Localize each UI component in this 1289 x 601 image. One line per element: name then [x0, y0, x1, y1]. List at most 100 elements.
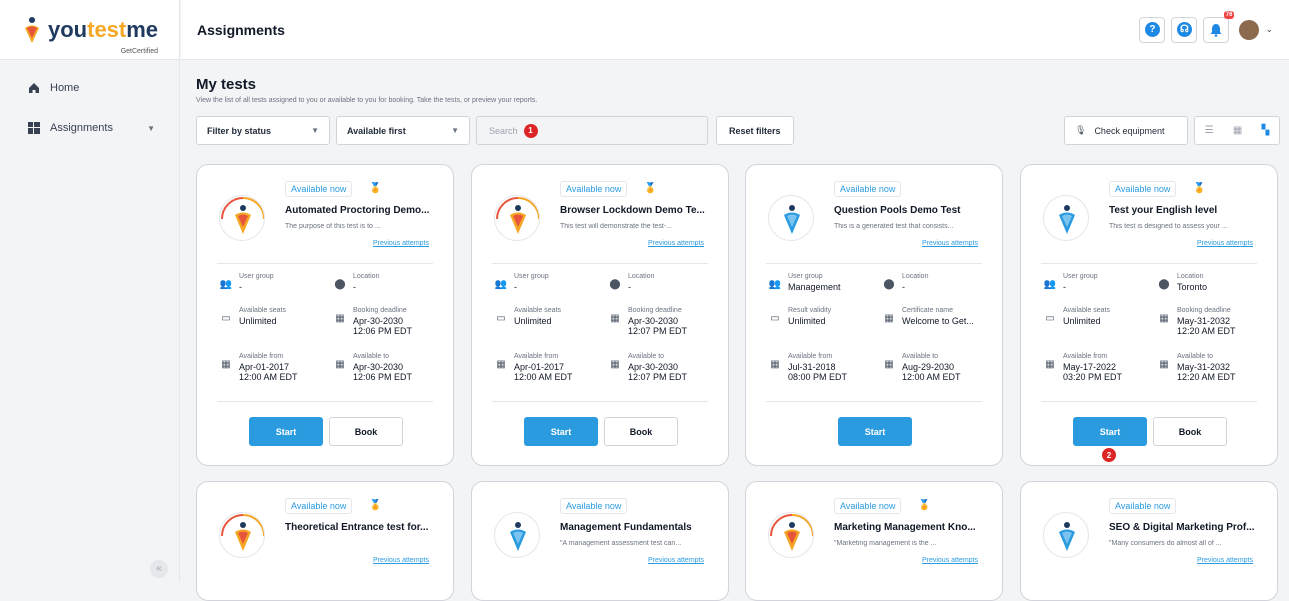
logo[interactable]: youtestme GetCertified — [0, 0, 179, 60]
test-logo — [219, 512, 265, 558]
previous-attempts-link[interactable]: Previous attempts — [648, 557, 704, 564]
book-button[interactable]: Book — [604, 417, 678, 446]
previous-attempts-link[interactable]: Previous attempts — [648, 240, 704, 247]
reset-filters-button[interactable]: Reset filters — [716, 116, 794, 145]
filter-bar: Filter by status ▼ Available first ▼ Searc… — [196, 116, 1280, 145]
chevron-down-icon[interactable]: ▼ — [147, 124, 155, 133]
calendar-icon: ▦ — [884, 359, 894, 370]
calendar-icon: ▦ — [496, 359, 506, 370]
test-logo-icon — [784, 205, 800, 234]
bell-icon — [1210, 23, 1222, 37]
test-logo — [768, 195, 814, 241]
test-description: This test will demonstrate the test-... — [560, 223, 673, 230]
previous-attempts-link[interactable]: Previous attempts — [1197, 240, 1253, 247]
location-field: ⬤ Location - — [609, 273, 655, 292]
test-description: "Marketing management is the ... — [834, 540, 937, 547]
check-equipment-button[interactable]: 🎙 Check equipment — [1064, 116, 1188, 145]
location-field: ⬤ Location - — [334, 273, 380, 292]
sidebar-item-label: Assignments — [50, 122, 113, 134]
test-logo-icon — [1059, 205, 1075, 234]
user-group-field: 👥 User group Management — [768, 273, 841, 292]
list-view-icon[interactable]: ☰ — [1205, 125, 1214, 136]
test-title[interactable]: Marketing Management Kno... — [834, 522, 989, 533]
seats-icon: ▭ — [770, 313, 780, 324]
support-button[interactable]: ☊ — [1171, 16, 1198, 43]
page-subtitle: View the list of all tests assigned to y… — [196, 97, 538, 104]
previous-attempts-link[interactable]: Previous attempts — [1197, 557, 1253, 564]
headset-icon: ☊ — [1176, 22, 1192, 37]
start-button[interactable]: Start — [838, 417, 912, 446]
location-field: ⬤ Location - — [883, 273, 929, 292]
users-icon: 👥 — [494, 279, 508, 290]
test-title[interactable]: Management Fundamentals — [560, 522, 715, 533]
table-view-icon[interactable]: ▦ — [1233, 125, 1242, 136]
sidebar-item-home[interactable]: Home — [0, 68, 179, 108]
collapse-sidebar-button[interactable]: « — [150, 560, 168, 578]
help-button[interactable]: ? — [1139, 16, 1166, 43]
search-input[interactable]: Search 1 — [476, 116, 708, 145]
test-logo-icon — [221, 514, 264, 551]
sidebar-item-assignments[interactable]: Assignments ▼ — [0, 108, 179, 148]
available-to-field: ▦ Available to Aug-29-2030 12:00 AM EDT — [884, 353, 960, 382]
previous-attempts-link[interactable]: Previous attempts — [922, 557, 978, 564]
test-card: Available now Management Fundamentals "A… — [471, 481, 729, 601]
calendar-icon: ▦ — [1045, 359, 1055, 370]
page-header-title: Assignments — [197, 21, 285, 38]
start-button[interactable]: Start — [249, 417, 323, 446]
previous-attempts-link[interactable]: Previous attempts — [373, 557, 429, 564]
available-from-field: ▦ Available from May-17-2022 03:20 PM EDT — [1045, 353, 1122, 382]
test-card: Available now SEO & Digital Marketing Pr… — [1020, 481, 1278, 601]
previous-attempts-link[interactable]: Previous attempts — [373, 240, 429, 247]
test-title[interactable]: SEO & Digital Marketing Prof... — [1109, 522, 1264, 533]
deadline-field: ▦ Booking deadline Apr-30-2030 12:06 PM EDT — [335, 307, 412, 336]
user-group-field: 👥 User group - — [494, 273, 549, 292]
test-title[interactable]: Question Pools Demo Test — [834, 205, 989, 216]
test-logo — [1043, 512, 1089, 558]
seats-field: ▭ Available seats Unlimited — [1045, 307, 1110, 326]
test-logo — [768, 512, 814, 558]
availability-badge: Available now — [834, 181, 902, 197]
users-icon: 👥 — [768, 279, 782, 290]
test-title[interactable]: Test your English level — [1109, 205, 1264, 216]
test-card: Available now 🏅 Test your English level … — [1020, 164, 1278, 466]
chevron-down-icon: ▼ — [451, 126, 459, 135]
seats-icon: ▭ — [221, 313, 231, 324]
order-select[interactable]: Available first ▼ — [336, 116, 470, 145]
divider — [492, 263, 708, 264]
test-logo — [494, 195, 540, 241]
avatar[interactable] — [1239, 19, 1260, 40]
location-field: ⬤ Location Toronto — [1158, 273, 1208, 292]
proctoring-icon: 🏅 — [369, 183, 382, 194]
available-to-field: ▦ Available to Apr-30-2030 12:06 PM EDT — [335, 353, 412, 382]
availability-badge: Available now — [560, 181, 628, 197]
proctoring-icon: 🏅 — [644, 183, 657, 194]
notifications-button[interactable]: 76 — [1203, 10, 1235, 43]
divider — [1041, 263, 1257, 264]
book-button[interactable]: Book — [329, 417, 403, 446]
seats-icon: ▭ — [496, 313, 506, 324]
test-title[interactable]: Automated Proctoring Demo... — [285, 205, 440, 216]
available-to-field: ▦ Available to Apr-30-2030 12:07 PM EDT — [610, 353, 687, 382]
test-description: The purpose of this test is to ... — [285, 223, 381, 230]
chevron-down-icon[interactable]: ⌄ — [1265, 24, 1273, 35]
test-card: Available now Question Pools Demo Test T… — [745, 164, 1003, 466]
test-title[interactable]: Browser Lockdown Demo Te... — [560, 205, 715, 216]
book-button[interactable]: Book — [1153, 417, 1227, 446]
logo-icon — [25, 16, 39, 43]
start-button[interactable]: Start — [524, 417, 598, 446]
test-title[interactable]: Theoretical Entrance test for... — [285, 522, 440, 533]
start-button[interactable]: Start — [1073, 417, 1147, 446]
location-icon: ⬤ — [609, 279, 621, 290]
grid-view-icon[interactable]: ▚ — [1262, 125, 1270, 136]
calendar-icon: ▦ — [1159, 313, 1169, 324]
status-filter-select[interactable]: Filter by status ▼ — [196, 116, 330, 145]
equipment-icon: 🎙 — [1075, 125, 1087, 135]
test-logo-icon — [496, 197, 539, 234]
previous-attempts-link[interactable]: Previous attempts — [922, 240, 978, 247]
calendar-icon: ▦ — [610, 313, 620, 324]
test-logo-icon — [770, 514, 813, 551]
location-icon: ⬤ — [1158, 279, 1170, 290]
home-icon — [28, 82, 42, 94]
divider — [766, 401, 982, 402]
test-logo-icon — [1059, 522, 1075, 551]
